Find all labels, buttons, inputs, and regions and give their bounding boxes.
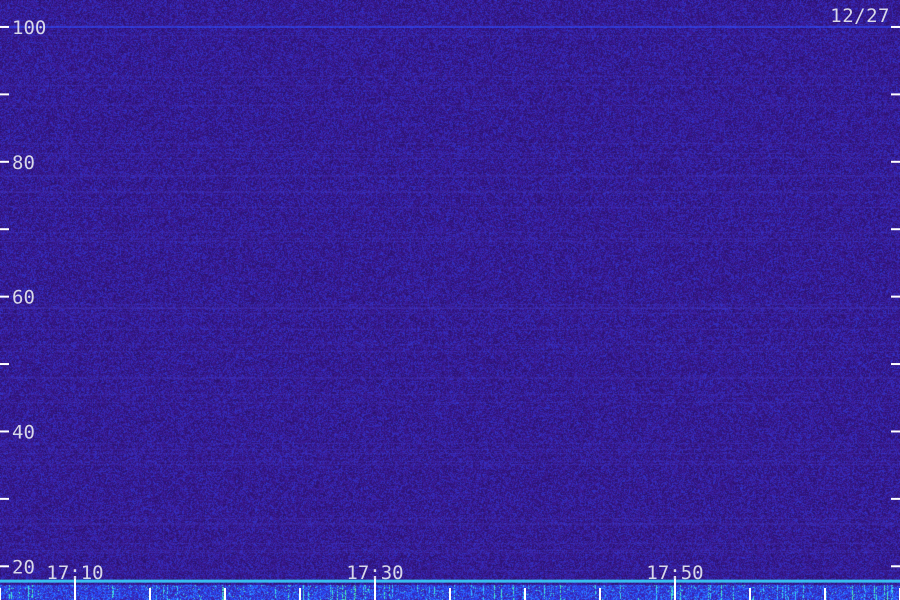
y-tick-label-60: 60: [12, 287, 35, 309]
date-label: 12/27: [830, 5, 890, 27]
y-tick-label-80: 80: [12, 152, 35, 174]
axis-overlay: 100 80 60 40 20 17:10 17:30 17:50: [0, 17, 900, 600]
x-tick-label-1710: 17:10: [46, 562, 103, 584]
y-tick-label-100: 100: [12, 17, 46, 39]
spectrogram-view: 100 80 60 40 20 17:10 17:30 17:50 12/27: [0, 0, 900, 600]
x-tick-label-1730: 17:30: [346, 562, 403, 584]
y-tick-label-40: 40: [12, 421, 35, 443]
x-tick-label-1750: 17:50: [646, 562, 703, 584]
y-tick-label-20: 20: [12, 556, 35, 578]
